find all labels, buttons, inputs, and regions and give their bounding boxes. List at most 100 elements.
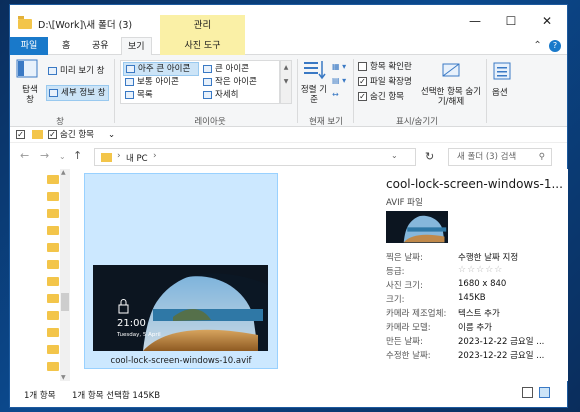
file-name: cool-lock-screen-windows-10.avif — [110, 356, 252, 366]
group-by-icon[interactable]: ▦ ▾ — [332, 61, 346, 73]
large-icons-view-icon[interactable] — [539, 387, 550, 398]
layout-label: 보통 아이콘 — [137, 77, 179, 87]
qat-hidden-items[interactable]: ✓ 숨긴 항목 — [48, 129, 94, 141]
file-extensions-toggle[interactable]: ✓ 파일 확장명 — [358, 76, 412, 88]
layout-small-icons[interactable]: 작은 아이콘 — [203, 76, 257, 88]
nav-folder-icon[interactable] — [47, 192, 59, 201]
window-title: D:\[Work]\새 폴더 (3) — [38, 20, 133, 31]
rating-stars[interactable]: ☆☆☆☆☆ — [458, 265, 503, 275]
add-columns-icon[interactable]: ▤ ▾ — [332, 75, 346, 87]
nav-folder-icon[interactable] — [47, 243, 59, 252]
layout-list[interactable]: 목록 — [125, 89, 153, 101]
item-checkboxes-toggle[interactable]: 항목 확인란 — [358, 61, 412, 73]
nav-folder-icon[interactable] — [47, 328, 59, 337]
preview-pane-icon — [48, 66, 57, 75]
hide-selected-button[interactable]: 선택한 항목 숨기기/해제 — [420, 87, 482, 107]
tab-picture-tools[interactable]: 사진 도구 — [160, 37, 245, 55]
options-button[interactable]: 옵션 — [492, 87, 508, 99]
details-value[interactable]: 텍스트 추가 — [458, 307, 500, 319]
nav-folder-icon[interactable] — [47, 345, 59, 354]
layout-label: 자세히 — [215, 90, 239, 100]
details-value[interactable]: 수행한 날짜 지정 — [458, 251, 518, 263]
tab-share[interactable]: 공유 — [86, 37, 115, 55]
checkbox-label: 파일 확장명 — [370, 77, 412, 87]
layout-label: 작은 아이콘 — [215, 77, 257, 87]
address-row: ← → ⌄ ↑ › 내 PC › ⌄ ↻ 새 폴더 (3) 검색 ⚲ — [10, 145, 567, 169]
nav-folder-icon[interactable] — [47, 175, 59, 184]
qat-properties-icon[interactable]: ✓ — [16, 129, 28, 141]
breadcrumb-chevron-icon[interactable]: › — [153, 151, 157, 161]
group-label-pane: 창 — [56, 117, 64, 127]
tab-file[interactable]: 파일 — [10, 37, 48, 55]
ribbon-separator — [297, 59, 298, 123]
large-icons-icon — [203, 64, 212, 73]
layout-details[interactable]: 자세히 — [203, 89, 238, 101]
context-tab-manage[interactable]: 관리 — [160, 15, 245, 37]
layout-label: 목록 — [137, 90, 153, 100]
details-pane-label: 세부 정보 창 — [61, 88, 106, 98]
details-key: 카메라 제조업체: — [386, 309, 447, 319]
nav-scrollbar[interactable]: ▲ ▼ — [60, 169, 70, 381]
tab-view[interactable]: 보기 — [121, 37, 152, 56]
nav-pane-icon — [16, 59, 44, 79]
nav-pane-button[interactable]: 탐색 창 — [18, 85, 42, 105]
nav-folder-icon[interactable] — [47, 226, 59, 235]
nav-folder-icon[interactable] — [47, 209, 59, 218]
quick-access-toolbar: ✓ ✓ 숨긴 항목 ⌄ — [10, 127, 567, 143]
up-icon[interactable]: ↑ — [73, 149, 82, 162]
nav-scroll-thumb[interactable] — [61, 293, 69, 311]
qat-customize-icon[interactable]: ⌄ — [108, 129, 115, 141]
details-value: 1680 x 840 — [458, 279, 507, 289]
nav-folder-icon[interactable] — [47, 277, 59, 286]
recent-locations-icon[interactable]: ⌄ — [59, 152, 66, 161]
refresh-icon[interactable]: ↻ — [425, 150, 434, 163]
sort-by-button[interactable]: 정렬 기준 — [300, 85, 328, 105]
layout-gallery-scroll[interactable]: ▲ ▼ — [280, 60, 292, 104]
title-bar: D:\[Work]\새 폴더 (3) 관리 — ☐ ✕ — [10, 5, 567, 37]
details-key: 찍은 날짜: — [386, 253, 423, 263]
breadcrumb-this-pc[interactable]: 내 PC — [126, 152, 148, 164]
minimize-button[interactable]: — — [457, 11, 493, 31]
nav-folder-icon[interactable] — [47, 260, 59, 269]
nav-folder-icon[interactable] — [47, 311, 59, 320]
qat-folder-icon[interactable] — [32, 130, 43, 139]
forward-icon[interactable]: → — [40, 149, 49, 162]
back-icon[interactable]: ← — [20, 149, 29, 162]
checkbox-checked-icon: ✓ — [358, 77, 367, 86]
breadcrumb-chevron-icon[interactable]: › — [117, 151, 121, 161]
layout-medium-icons[interactable]: 보통 아이콘 — [125, 76, 179, 88]
maximize-button[interactable]: ☐ — [493, 11, 529, 31]
details-value[interactable]: 이름 추가 — [458, 321, 492, 333]
navigation-pane: ▲ ▼ — [10, 169, 70, 381]
layout-large-icons[interactable]: 큰 아이콘 — [203, 63, 249, 75]
checkbox-icon — [358, 62, 367, 71]
details-key: 크기: — [386, 295, 405, 305]
details-value: 2023-12-22 금요일 ... — [458, 351, 545, 361]
scroll-up-icon[interactable]: ▲ — [61, 169, 66, 176]
details-title: cool-lock-screen-windows-1... — [386, 177, 563, 191]
help-icon[interactable]: ? — [549, 40, 561, 52]
nav-folder-icon[interactable] — [47, 294, 59, 303]
thumbnail-date: Tuesday, 5 April — [117, 332, 161, 338]
details-view-icon[interactable] — [522, 387, 533, 398]
file-item[interactable]: 21:00 Tuesday, 5 April cool-lock-screen-… — [84, 173, 278, 369]
size-columns-icon[interactable]: ↔ — [332, 89, 339, 101]
hidden-items-toggle[interactable]: ✓ 숨긴 항목 — [358, 91, 404, 103]
status-item-count: 1개 항목 — [24, 391, 56, 401]
tab-home[interactable]: 홈 — [56, 37, 76, 55]
address-dropdown-icon[interactable]: ⌄ — [391, 151, 398, 160]
preview-pane-button[interactable]: 미리 보기 창 — [48, 65, 105, 77]
scroll-down-icon[interactable]: ▼ — [61, 374, 66, 381]
layout-gallery: 아주 큰 아이콘 큰 아이콘 보통 아이콘 작은 아이콘 목록 자세히 — [120, 60, 280, 104]
close-button[interactable]: ✕ — [529, 11, 565, 31]
layout-label: 아주 큰 아이콘 — [138, 64, 191, 74]
layout-extra-large-icons[interactable]: 아주 큰 아이콘 — [123, 62, 199, 76]
address-bar[interactable]: › 내 PC › ⌄ — [94, 148, 416, 166]
details-pane-button[interactable]: 세부 정보 창 — [46, 85, 109, 101]
details-key: 만든 날짜: — [386, 337, 423, 347]
nav-folder-icon[interactable] — [47, 362, 59, 371]
search-input[interactable]: 새 폴더 (3) 검색 ⚲ — [448, 148, 552, 166]
collapse-ribbon-icon[interactable]: ⌃ — [533, 40, 541, 51]
group-label-layout: 레이아웃 — [194, 117, 226, 127]
details-key: 등급: — [386, 267, 405, 277]
